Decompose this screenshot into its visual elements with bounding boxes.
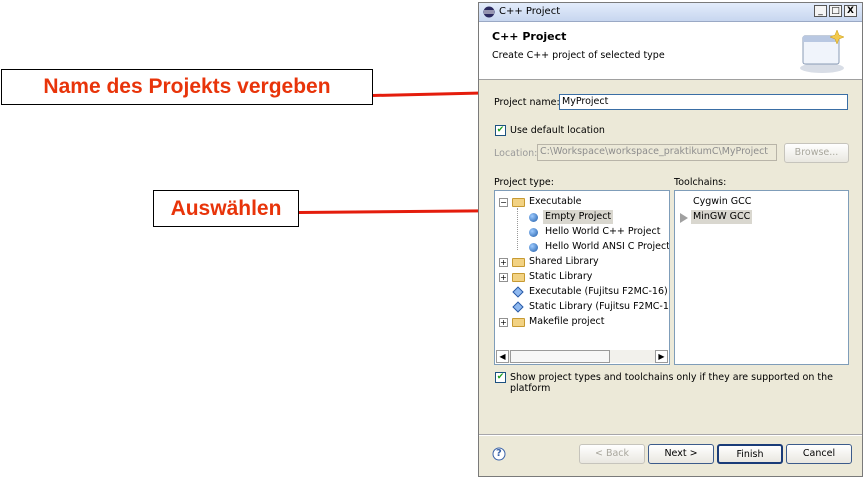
tree-item-hello-world-ansi-c[interactable]: Hello World ANSI C Project [545,240,669,254]
wizard-banner-icon [800,29,845,73]
page-description: Create C++ project of selected type [492,50,665,61]
show-supported-checkbox[interactable]: ✔ [495,372,506,383]
finish-button[interactable]: Finish [717,444,783,464]
eclipse-icon [483,6,495,18]
location-label: Location: [494,148,538,159]
minimize-button[interactable]: _ [814,5,827,17]
tree-item-shared-library[interactable]: Shared Library [529,255,599,269]
scroll-thumb[interactable] [510,350,610,363]
use-default-location-checkbox[interactable]: ✔ [495,125,506,136]
callout-select-text: Auswählen [170,196,282,220]
tree-item-empty-project[interactable]: Empty Project [543,210,614,224]
tree-item-hello-world-cpp[interactable]: Hello World C++ Project [545,225,660,239]
location-input: C:\Workspace\workspace_praktikumC\MyProj… [537,144,777,161]
use-default-location-label: Use default location [510,125,605,136]
tree-item-static-library[interactable]: Static Library [529,270,592,284]
folder-open-icon [512,198,525,207]
project-type-label: Project type: [494,177,554,188]
help-icon-glyph: ? [496,448,502,459]
callout-select: Auswählen [153,190,299,227]
finish-button-label: Finish [736,449,764,460]
folder-icon [512,273,525,282]
expand-icon[interactable]: + [499,273,508,282]
folder-icon [512,318,525,327]
project-icon [529,213,538,222]
close-button[interactable]: X [844,5,857,17]
cancel-button-label: Cancel [802,448,836,459]
expand-icon[interactable]: + [499,258,508,267]
folder-icon [512,258,525,267]
cpp-project-dialog: C++ Project _ □ X C++ Project Create C++… [478,2,863,477]
window-title: C++ Project [499,6,561,17]
cancel-button[interactable]: Cancel [786,444,852,464]
project-icon [529,228,538,237]
wizard-header: C++ Project Create C++ project of select… [479,22,862,80]
tree-item-makefile-project[interactable]: Makefile project [529,315,605,329]
collapse-icon[interactable]: − [499,198,508,207]
callout-project-name: Name des Projekts vergeben [1,69,373,105]
project-icon [529,243,538,252]
fujitsu-project-icon [512,301,524,313]
title-bar: C++ Project _ □ X [479,3,862,22]
next-button-label: Next > [664,448,698,459]
expand-icon[interactable]: + [499,318,508,327]
project-name-label: Project name: [494,97,560,108]
project-type-tree[interactable]: − Executable Empty Project Hello World C… [494,190,670,365]
show-supported-label: Show project types and toolchains only i… [510,372,833,394]
back-button: < Back [579,444,645,464]
toolchains-label: Toolchains: [674,177,727,188]
tree-item-executable-fujitsu[interactable]: Executable (Fujitsu F2MC-16) [529,285,668,299]
scroll-right-icon[interactable]: ▶ [655,350,668,363]
tree-line [517,208,518,250]
back-button-label: < Back [594,448,630,459]
tree-item-executable[interactable]: Executable [529,195,581,209]
next-button[interactable]: Next > [648,444,714,464]
toolchains-list[interactable]: Cygwin GCC MinGW GCC [674,190,849,365]
button-bar-separator [479,434,862,436]
maximize-button[interactable]: □ [829,5,842,17]
page-title: C++ Project [492,30,567,43]
toolchain-item-cygwin[interactable]: Cygwin GCC [693,195,751,209]
scroll-left-icon[interactable]: ◀ [496,350,509,363]
tree-item-static-library-fujitsu[interactable]: Static Library (Fujitsu F2MC-16) [529,300,669,314]
project-name-input[interactable]: MyProject [559,94,848,110]
browse-button: Browse... [784,143,849,163]
fujitsu-project-icon [512,286,524,298]
toolchain-item-mingw[interactable]: MinGW GCC [691,210,753,224]
callout-project-name-text: Name des Projekts vergeben [43,75,331,98]
selected-arrow-icon [680,213,688,223]
horizontal-scrollbar[interactable]: ◀ ▶ [496,350,668,363]
